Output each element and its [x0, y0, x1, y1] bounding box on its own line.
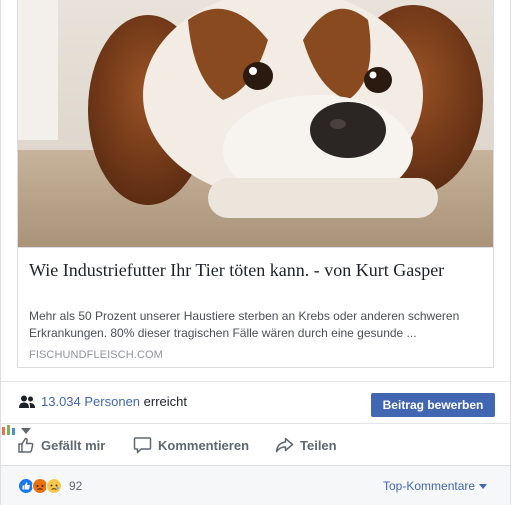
link-title[interactable]: Wie Industriefutter Ihr Tier töten kann.…	[29, 259, 479, 281]
comment-sort-menu[interactable]: Top-Kommentare	[383, 479, 488, 494]
like-label: Gefällt mir	[41, 437, 106, 453]
link-preview-card[interactable]: Wie Industriefutter Ihr Tier töten kann.…	[17, 0, 494, 368]
link-description: Mehr als 50 Prozent unserer Haustiere st…	[29, 309, 460, 340]
like-reaction-icon	[18, 478, 34, 494]
reaction-icons[interactable]	[18, 478, 68, 494]
share-icon	[275, 437, 294, 453]
share-button[interactable]: Teilen	[275, 434, 337, 456]
page-avatar-icon	[2, 425, 15, 435]
comment-button[interactable]: Kommentieren	[133, 434, 249, 456]
people-icon	[19, 395, 35, 408]
promote-post-button[interactable]: Beitrag bewerben	[371, 393, 495, 417]
reach-count[interactable]: 13.034	[41, 394, 81, 409]
link-preview-image[interactable]	[18, 0, 493, 247]
reach-row: 13.034 Personen erreicht Beitrag bewerbe…	[1, 381, 510, 423]
thumbs-up-icon	[18, 437, 34, 453]
action-bar: Gefällt mir Kommentieren Teilen	[1, 423, 510, 465]
reach-suffix: erreicht	[143, 394, 188, 409]
reach-text: 13.034 Personen erreicht	[41, 394, 187, 410]
chevron-down-icon	[479, 484, 488, 489]
link-preview-text[interactable]: Wie Industriefutter Ihr Tier töten kann.…	[18, 247, 493, 367]
reach-persons-label[interactable]: Personen	[84, 394, 140, 409]
reaction-count[interactable]: 92	[69, 479, 82, 494]
like-button[interactable]: Gefällt mir	[17, 434, 105, 456]
link-domain: FISCHUNDFLEISCH.COM	[29, 349, 163, 361]
reactions-row: 92 Top-Kommentare	[1, 465, 510, 505]
share-label: Teilen	[300, 437, 337, 453]
angry-reaction-icon	[32, 478, 48, 494]
comment-sort-label[interactable]: Top-Kommentare	[383, 479, 475, 494]
comment-icon	[133, 437, 152, 454]
reach-count-link[interactable]: 13.034 Personen	[41, 394, 140, 409]
dog-photo	[18, 0, 493, 247]
sad-reaction-icon	[46, 478, 62, 494]
comment-label: Kommentieren	[158, 437, 250, 453]
post: Wie Industriefutter Ihr Tier töten kann.…	[0, 0, 511, 505]
